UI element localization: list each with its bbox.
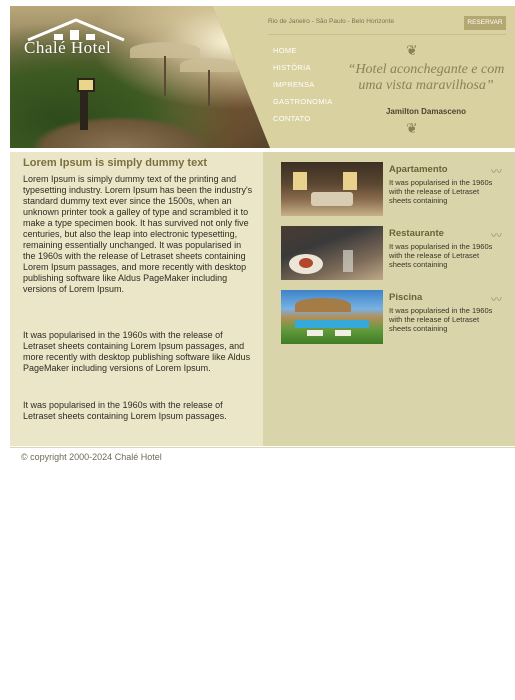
nav-item-contato[interactable]: CONTATO: [273, 114, 333, 131]
lamp-post: [77, 78, 95, 130]
nav-item-home[interactable]: HOME: [273, 46, 333, 63]
article-paragraph: Lorem Ipsum is simply dummy text of the …: [23, 174, 253, 294]
article-paragraph: It was popularised in the 1960s with the…: [23, 330, 251, 373]
nav-item-historia[interactable]: HISTÓRIA: [273, 63, 333, 80]
restaurant-photo[interactable]: [281, 226, 383, 280]
main-content: Lorem Ipsum is simply dummy text Lorem I…: [10, 152, 515, 446]
card-title: Restaurante: [389, 228, 444, 239]
card-title: Apartamento: [389, 164, 448, 175]
feature-card[interactable]: Apartamento 〰 It was popularised in the …: [281, 162, 506, 218]
testimonial-author: Jamilton Damasceno: [385, 107, 467, 116]
features-panel: Apartamento 〰 It was popularised in the …: [263, 152, 515, 446]
nav-item-gastronomia[interactable]: GASTRONOMIA: [273, 97, 333, 114]
testimonial-quote: “Hotel aconchegante e com uma vista mara…: [347, 62, 505, 93]
logo-text[interactable]: Chalé Hotel: [24, 38, 111, 58]
ornament-bottom-icon: ❦: [406, 120, 418, 136]
article-panel: Lorem Ipsum is simply dummy text Lorem I…: [10, 152, 263, 446]
article-paragraph: It was popularised in the 1960s with the…: [23, 400, 227, 421]
article-title: Lorem Ipsum is simply dummy text: [23, 157, 207, 169]
pool-photo[interactable]: [281, 290, 383, 344]
apartment-photo[interactable]: [281, 162, 383, 216]
site-container: Chalé Hotel Rio de Janeiro - São Paulo -…: [10, 6, 515, 446]
swirl-icon: 〰: [491, 166, 502, 178]
card-text: It was popularised in the 1960s with the…: [389, 178, 493, 205]
copyright-text: © copyright 2000-2024 Chalé Hotel: [21, 452, 162, 462]
swirl-icon: 〰: [491, 230, 502, 242]
feature-card[interactable]: Piscina 〰 It was popularised in the 1960…: [281, 290, 506, 346]
top-bar: Rio de Janeiro - São Paulo - Belo Horizo…: [268, 16, 506, 35]
reserve-button[interactable]: RESERVAR: [464, 16, 506, 30]
feature-card[interactable]: Restaurante 〰 It was popularised in the …: [281, 226, 506, 282]
site-footer: © copyright 2000-2024 Chalé Hotel: [10, 447, 515, 468]
nav-item-imprensa[interactable]: IMPRENSA: [273, 80, 333, 97]
main-nav: HOME HISTÓRIA IMPRENSA GASTRONOMIA CONTA…: [273, 46, 333, 131]
site-header: Chalé Hotel Rio de Janeiro - São Paulo -…: [10, 6, 515, 148]
card-text: It was popularised in the 1960s with the…: [389, 306, 493, 333]
card-title: Piscina: [389, 292, 423, 303]
swirl-icon: 〰: [491, 294, 502, 306]
cities-text: Rio de Janeiro - São Paulo - Belo Horizo…: [268, 18, 395, 25]
card-text: It was popularised in the 1960s with the…: [389, 242, 493, 269]
ornament-top-icon: ❦: [406, 42, 418, 58]
